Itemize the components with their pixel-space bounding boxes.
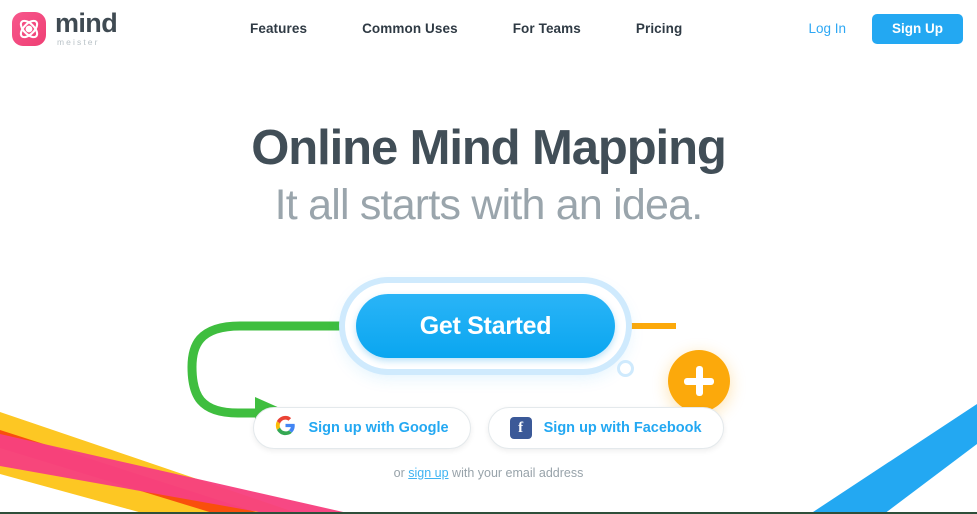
signup-button[interactable]: Sign Up <box>872 13 963 44</box>
login-link[interactable]: Log In <box>808 21 846 36</box>
facebook-signup-label: Sign up with Facebook <box>543 420 702 436</box>
page-title: Online Mind Mapping <box>251 121 727 175</box>
hero-section: Online Mind Mapping It all starts with a… <box>0 57 977 512</box>
mindmeister-atom-icon <box>12 12 46 46</box>
nav-item-for-teams[interactable]: For Teams <box>513 21 581 36</box>
main-nav: Features Common Uses For Teams Pricing <box>250 0 682 57</box>
email-line-suffix: with your email address <box>448 466 584 480</box>
logo[interactable]: mind meister <box>12 7 118 48</box>
google-signup-label: Sign up with Google <box>308 420 449 436</box>
logo-subtext: meister <box>57 36 100 47</box>
page-subtitle: It all starts with an idea. <box>274 181 704 229</box>
nav-item-features[interactable]: Features <box>250 21 307 36</box>
email-signup-link[interactable]: sign up <box>408 466 448 480</box>
plus-icon[interactable] <box>668 350 730 412</box>
signup-with-google-button[interactable]: Sign up with Google <box>253 407 471 449</box>
nav-item-common-uses[interactable]: Common Uses <box>362 21 458 36</box>
email-signup-line: or sign up with your email address <box>0 466 977 480</box>
ribbon-yellow-left-2 <box>0 448 210 512</box>
social-signup-row: Sign up with Google f Sign up with Faceb… <box>0 407 977 449</box>
facebook-f-icon: f <box>509 417 532 439</box>
google-g-icon <box>275 415 296 441</box>
get-started-node: Get Started <box>345 283 634 377</box>
logo-text: mind meister <box>55 7 118 47</box>
signup-with-facebook-button[interactable]: f Sign up with Facebook <box>487 407 724 449</box>
green-arrow-path <box>187 321 350 418</box>
logo-wordmark: mind <box>55 7 118 38</box>
header-actions: Log In Sign Up <box>808 0 963 57</box>
get-started-button[interactable]: Get Started <box>356 294 615 358</box>
page-root: mind meister Features Common Uses For Te… <box>0 0 977 514</box>
nav-item-pricing[interactable]: Pricing <box>636 21 682 36</box>
node-resize-handle[interactable] <box>617 360 634 377</box>
email-line-prefix: or <box>393 466 409 480</box>
site-header: mind meister Features Common Uses For Te… <box>0 0 977 57</box>
